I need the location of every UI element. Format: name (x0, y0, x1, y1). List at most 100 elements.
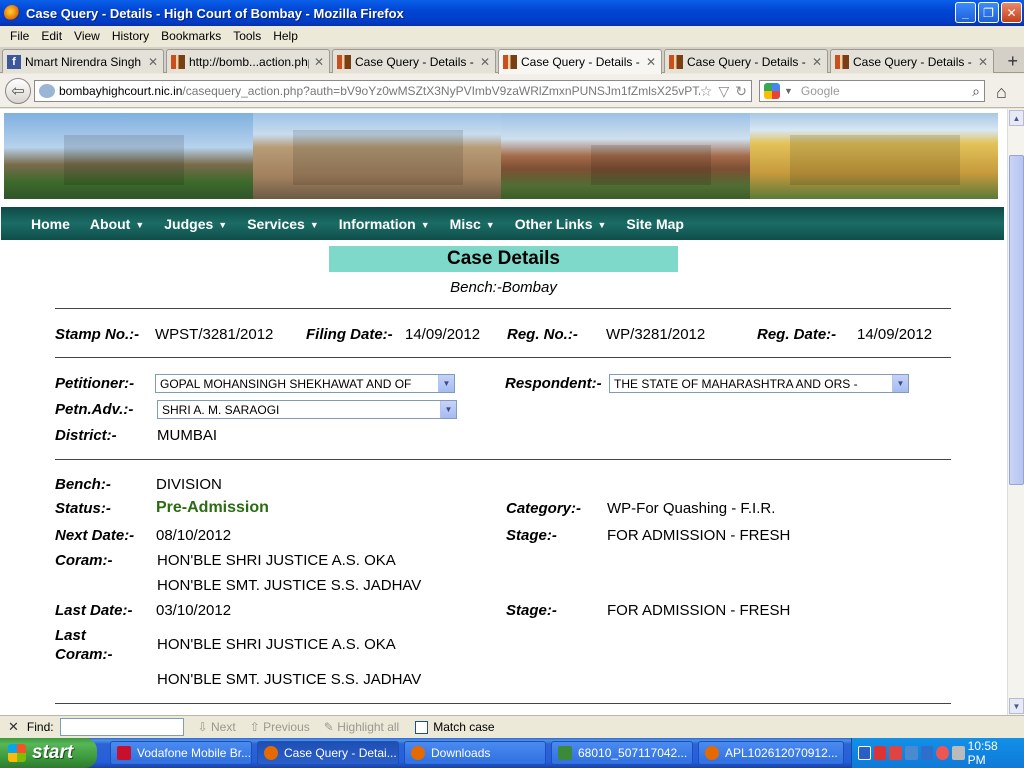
tray-antivirus-icon[interactable] (889, 746, 903, 760)
next-date-value: 08/10/2012 (156, 527, 232, 544)
match-case-label[interactable]: Match case (433, 720, 494, 734)
last-coram-label: Last (55, 627, 86, 644)
bookmark-star-icon[interactable]: ☆ (700, 83, 713, 100)
google-icon[interactable] (764, 83, 780, 99)
home-icon[interactable]: ⌂ (996, 82, 1007, 103)
find-next-button[interactable]: ⇩ Next (198, 720, 236, 734)
firefox-icon (411, 746, 425, 760)
tray-expand-icon[interactable] (858, 746, 871, 760)
site-menu-home[interactable]: Home (31, 216, 70, 232)
navigation-bar: ⇦ bombayhighcourt.nic.in /casequery_acti… (0, 74, 1024, 108)
menu-history[interactable]: History (106, 29, 155, 43)
site-menu-services[interactable]: Services ▼ (247, 216, 319, 232)
chevron-down-icon[interactable]: ▼ (892, 375, 908, 392)
start-label: start (32, 742, 74, 763)
clock[interactable]: 10:58 PM (968, 739, 1014, 767)
menu-bookmarks[interactable]: Bookmarks (155, 29, 227, 43)
tab-active[interactable]: Case Query - Details - ... ✕ (498, 49, 662, 74)
site-menu-about[interactable]: About ▼ (90, 216, 144, 232)
stage-value: FOR ADMISSION - FRESH (607, 527, 791, 544)
maximize-button[interactable]: ❐ (978, 2, 999, 23)
page-title: Case Details (329, 246, 678, 272)
menu-help[interactable]: Help (267, 29, 304, 43)
menu-edit[interactable]: Edit (35, 29, 68, 43)
respondent-select[interactable]: THE STATE OF MAHARASHTRA AND ORS - ▼ (609, 374, 909, 393)
taskbar-item[interactable]: Downloads (404, 741, 546, 765)
reload-icon[interactable]: ↻ (735, 83, 747, 100)
tab-close-icon[interactable]: ✕ (479, 55, 491, 69)
start-button[interactable]: start (0, 738, 97, 768)
site-menu-site-map[interactable]: Site Map (626, 216, 684, 232)
vertical-scrollbar[interactable]: ▲ ▼ (1007, 109, 1024, 715)
tab-close-icon[interactable]: ✕ (313, 55, 325, 69)
search-bar[interactable]: ▼ Google ⌕ (759, 80, 985, 102)
arrow-down-icon: ⇩ (197, 720, 208, 734)
tray-connection-icon[interactable] (920, 746, 934, 760)
tab[interactable]: Case Query - Details - ... ✕ (332, 49, 496, 73)
taskbar: start Vodafone Mobile Br... Case Query -… (0, 738, 1024, 768)
tab-close-icon[interactable]: ✕ (977, 55, 989, 69)
site-menu-other-links[interactable]: Other Links ▼ (515, 216, 607, 232)
menu-view[interactable]: View (68, 29, 106, 43)
highcourt-icon (337, 54, 351, 69)
petitioner-select[interactable]: GOPAL MOHANSINGH SHEKHAWAT AND OF ▼ (155, 374, 455, 393)
find-input[interactable] (59, 718, 184, 736)
divider (55, 703, 951, 704)
match-case-checkbox[interactable] (415, 720, 429, 734)
tab[interactable]: f Nmart Nirendra Singh Di... ✕ (2, 49, 164, 73)
site-identity-icon[interactable] (39, 84, 55, 98)
url-path: /casequery_action.php?auth=bV9oYz0wMSZtX… (182, 84, 700, 98)
window-titlebar[interactable]: Case Query - Details - High Court of Bom… (0, 0, 1024, 26)
back-arrow-icon: ⇦ (11, 83, 25, 100)
menu-file[interactable]: File (4, 29, 35, 43)
find-close-icon[interactable]: ✕ (8, 719, 19, 735)
taskbar-item[interactable]: 68010_507117042... (551, 741, 693, 765)
site-menu-misc[interactable]: Misc ▼ (450, 216, 495, 232)
menu-tools[interactable]: Tools (227, 29, 267, 43)
highcourt-icon (669, 54, 683, 69)
last-coram-label: Coram:- (55, 646, 113, 663)
petn-adv-select[interactable]: SHRI A. M. SARAOGI ▼ (157, 400, 457, 419)
tab[interactable]: Case Query - Details - ... ✕ (664, 49, 828, 73)
search-icon[interactable]: ⌕ (972, 83, 984, 100)
site-menu: Home About ▼ Judges ▼ Services ▼ Informatio… (1, 207, 1004, 240)
search-engine-dropdown-icon[interactable]: ▼ (784, 86, 793, 96)
new-tab-icon[interactable]: + (1007, 51, 1018, 72)
tab-close-icon[interactable]: ✕ (645, 55, 657, 69)
reg-date-value: 14/09/2012 (857, 326, 933, 343)
tray-network-icon[interactable] (873, 746, 887, 760)
taskbar-item[interactable]: APL102612070912... (698, 741, 844, 765)
scroll-thumb[interactable] (1009, 155, 1024, 485)
scroll-down-icon[interactable]: ▼ (1009, 698, 1024, 714)
minimize-button[interactable]: _ (955, 2, 976, 23)
bench-label: Bench:- (55, 476, 111, 493)
close-button[interactable]: ✕ (1001, 2, 1022, 23)
site-menu-judges[interactable]: Judges ▼ (164, 216, 227, 232)
reg-date-label: Reg. Date:- (757, 326, 837, 343)
find-previous-button[interactable]: ⇧ Previous (250, 720, 310, 734)
scroll-up-icon[interactable]: ▲ (1009, 110, 1024, 126)
history-dropdown-icon[interactable]: ▽ (718, 83, 729, 100)
taskbar-item-active[interactable]: Case Query - Detai... (257, 741, 399, 765)
tab-label: Nmart Nirendra Singh Di... (25, 54, 143, 69)
url-actions: ☆ ▽ ↻ (700, 83, 751, 100)
back-button[interactable]: ⇦ (5, 78, 31, 104)
tray-volume-icon[interactable] (952, 746, 965, 760)
url-bar[interactable]: bombayhighcourt.nic.in /casequery_action… (34, 80, 752, 102)
taskbar-item[interactable]: Vodafone Mobile Br... (110, 741, 252, 765)
tray-display-icon[interactable] (905, 746, 918, 760)
vodafone-icon (117, 746, 131, 760)
url-host: bombayhighcourt.nic.in (59, 84, 183, 98)
tray-update-icon[interactable] (936, 746, 950, 760)
chevron-down-icon[interactable]: ▼ (440, 401, 456, 418)
divider (55, 357, 951, 358)
tab-label: Case Query - Details - ... (521, 55, 641, 69)
tab-close-icon[interactable]: ✕ (147, 55, 159, 69)
site-menu-information[interactable]: Information ▼ (339, 216, 430, 232)
tab[interactable]: Case Query - Details - ... ✕ (830, 49, 994, 73)
dropdown-caret-icon: ▼ (420, 219, 430, 230)
tab[interactable]: http://bomb...action.php ✕ (166, 49, 330, 73)
chevron-down-icon[interactable]: ▼ (438, 375, 454, 392)
tab-close-icon[interactable]: ✕ (811, 55, 823, 69)
highlight-all-button[interactable]: ✎ Highlight all (324, 720, 399, 734)
